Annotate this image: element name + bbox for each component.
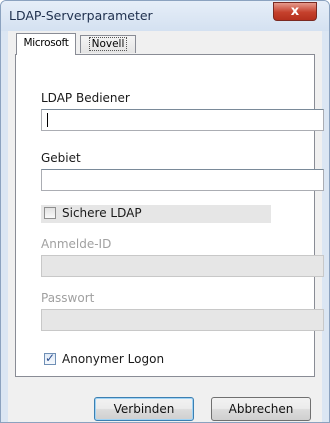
tab-panel: LDAP Bediener Gebiet Sichere LDAP Anmeld…: [15, 54, 324, 377]
title-bar[interactable]: LDAP-Serverparameter x: [1, 1, 329, 31]
operator-label: LDAP Bediener: [41, 91, 130, 105]
window-frame-left: [1, 31, 8, 422]
domain-label: Gebiet: [41, 151, 81, 165]
secure-ldap-label: Sichere LDAP: [62, 206, 142, 220]
close-button[interactable]: x: [273, 2, 317, 21]
dialog-window: LDAP-Serverparameter x Microsoft Novell …: [0, 0, 330, 423]
anonymous-logon-row[interactable]: ✓ Anonymer Logon: [41, 351, 201, 369]
password-label: Passwort: [41, 291, 95, 305]
domain-input[interactable]: [41, 169, 324, 191]
dialog-client-area: Microsoft Novell LDAP Bediener Gebiet Si…: [8, 31, 324, 422]
secure-ldap-row[interactable]: Sichere LDAP: [41, 205, 271, 223]
tab-novell[interactable]: Novell: [80, 35, 136, 53]
operator-input[interactable]: [41, 109, 324, 131]
login-id-input[interactable]: [41, 255, 324, 277]
cancel-button[interactable]: Abbrechen: [211, 397, 311, 421]
anonymous-logon-label: Anonymer Logon: [62, 352, 165, 366]
anonymous-logon-checkbox[interactable]: ✓: [44, 351, 56, 365]
login-id-label: Anmelde-ID: [41, 237, 112, 251]
connect-button[interactable]: Verbinden: [94, 397, 194, 421]
password-input[interactable]: [41, 309, 324, 331]
close-icon: x: [290, 4, 300, 19]
text-caret: [47, 113, 48, 127]
window-title: LDAP-Serverparameter: [9, 8, 153, 23]
tab-novell-label: Novell: [88, 37, 128, 51]
checkmark-icon: ✓: [45, 351, 56, 365]
tab-microsoft[interactable]: Microsoft: [16, 33, 76, 55]
window-frame-right: [322, 31, 329, 422]
secure-ldap-checkbox[interactable]: [44, 207, 56, 219]
